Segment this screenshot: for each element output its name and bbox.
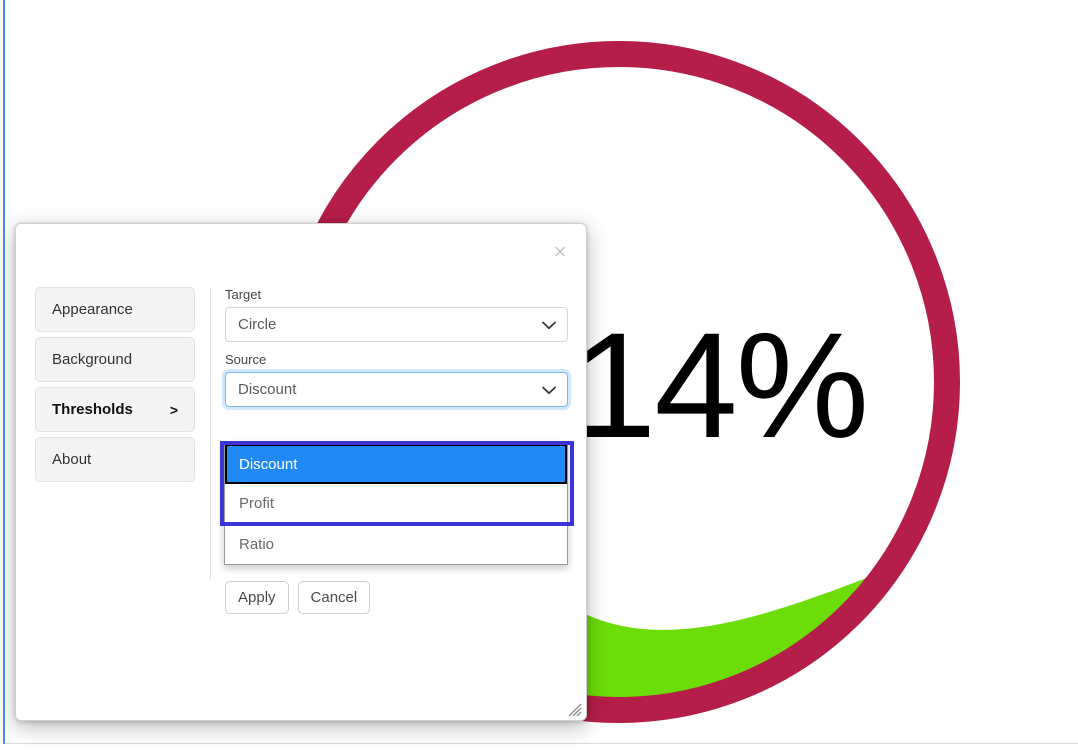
cancel-button[interactable]: Cancel (297, 581, 371, 614)
source-dropdown-list[interactable]: Discount Profit Ratio (224, 443, 568, 565)
sidebar-item-label: About (52, 451, 92, 468)
app-screen: 14% × Appearance Background Thresholds > (0, 0, 1078, 755)
window-bottom-divider (5, 743, 1078, 744)
dropdown-option-label: Discount (239, 455, 298, 473)
source-select[interactable]: Discount (225, 372, 568, 407)
resize-grip-icon[interactable] (568, 703, 582, 717)
dialog-button-row: Apply Cancel (225, 581, 371, 614)
chevron-right-icon: > (169, 401, 178, 418)
chevron-down-icon (542, 373, 556, 408)
window-bottom-area (5, 744, 1078, 755)
sidebar-item-label: Thresholds (52, 401, 133, 418)
target-label: Target (225, 287, 262, 302)
sidebar-item-about[interactable]: About (35, 437, 195, 482)
sidebar-item-label: Appearance (52, 301, 133, 318)
dropdown-option-profit[interactable]: Profit (225, 484, 567, 524)
close-icon[interactable]: × (546, 238, 574, 266)
sidebar-item-appearance[interactable]: Appearance (35, 287, 195, 332)
sidebar-item-label: Background (52, 351, 133, 368)
target-select-value: Circle (238, 316, 277, 333)
window-left-border (3, 0, 5, 744)
dropdown-option-label: Ratio (239, 535, 275, 553)
sidebar-item-background[interactable]: Background (35, 337, 195, 382)
dropdown-option-label: Profit (239, 495, 275, 512)
dropdown-option-discount[interactable]: Discount (225, 444, 567, 484)
dropdown-option-ratio[interactable]: Ratio (225, 524, 567, 564)
source-select-value: Discount (238, 381, 297, 398)
sidebar-item-thresholds[interactable]: Thresholds > (35, 387, 195, 432)
source-label: Source (225, 352, 267, 367)
chevron-down-icon (542, 308, 556, 343)
target-select[interactable]: Circle (225, 307, 568, 342)
apply-button[interactable]: Apply (225, 581, 289, 614)
dialog-sidebar: Appearance Background Thresholds > About (16, 279, 210, 722)
